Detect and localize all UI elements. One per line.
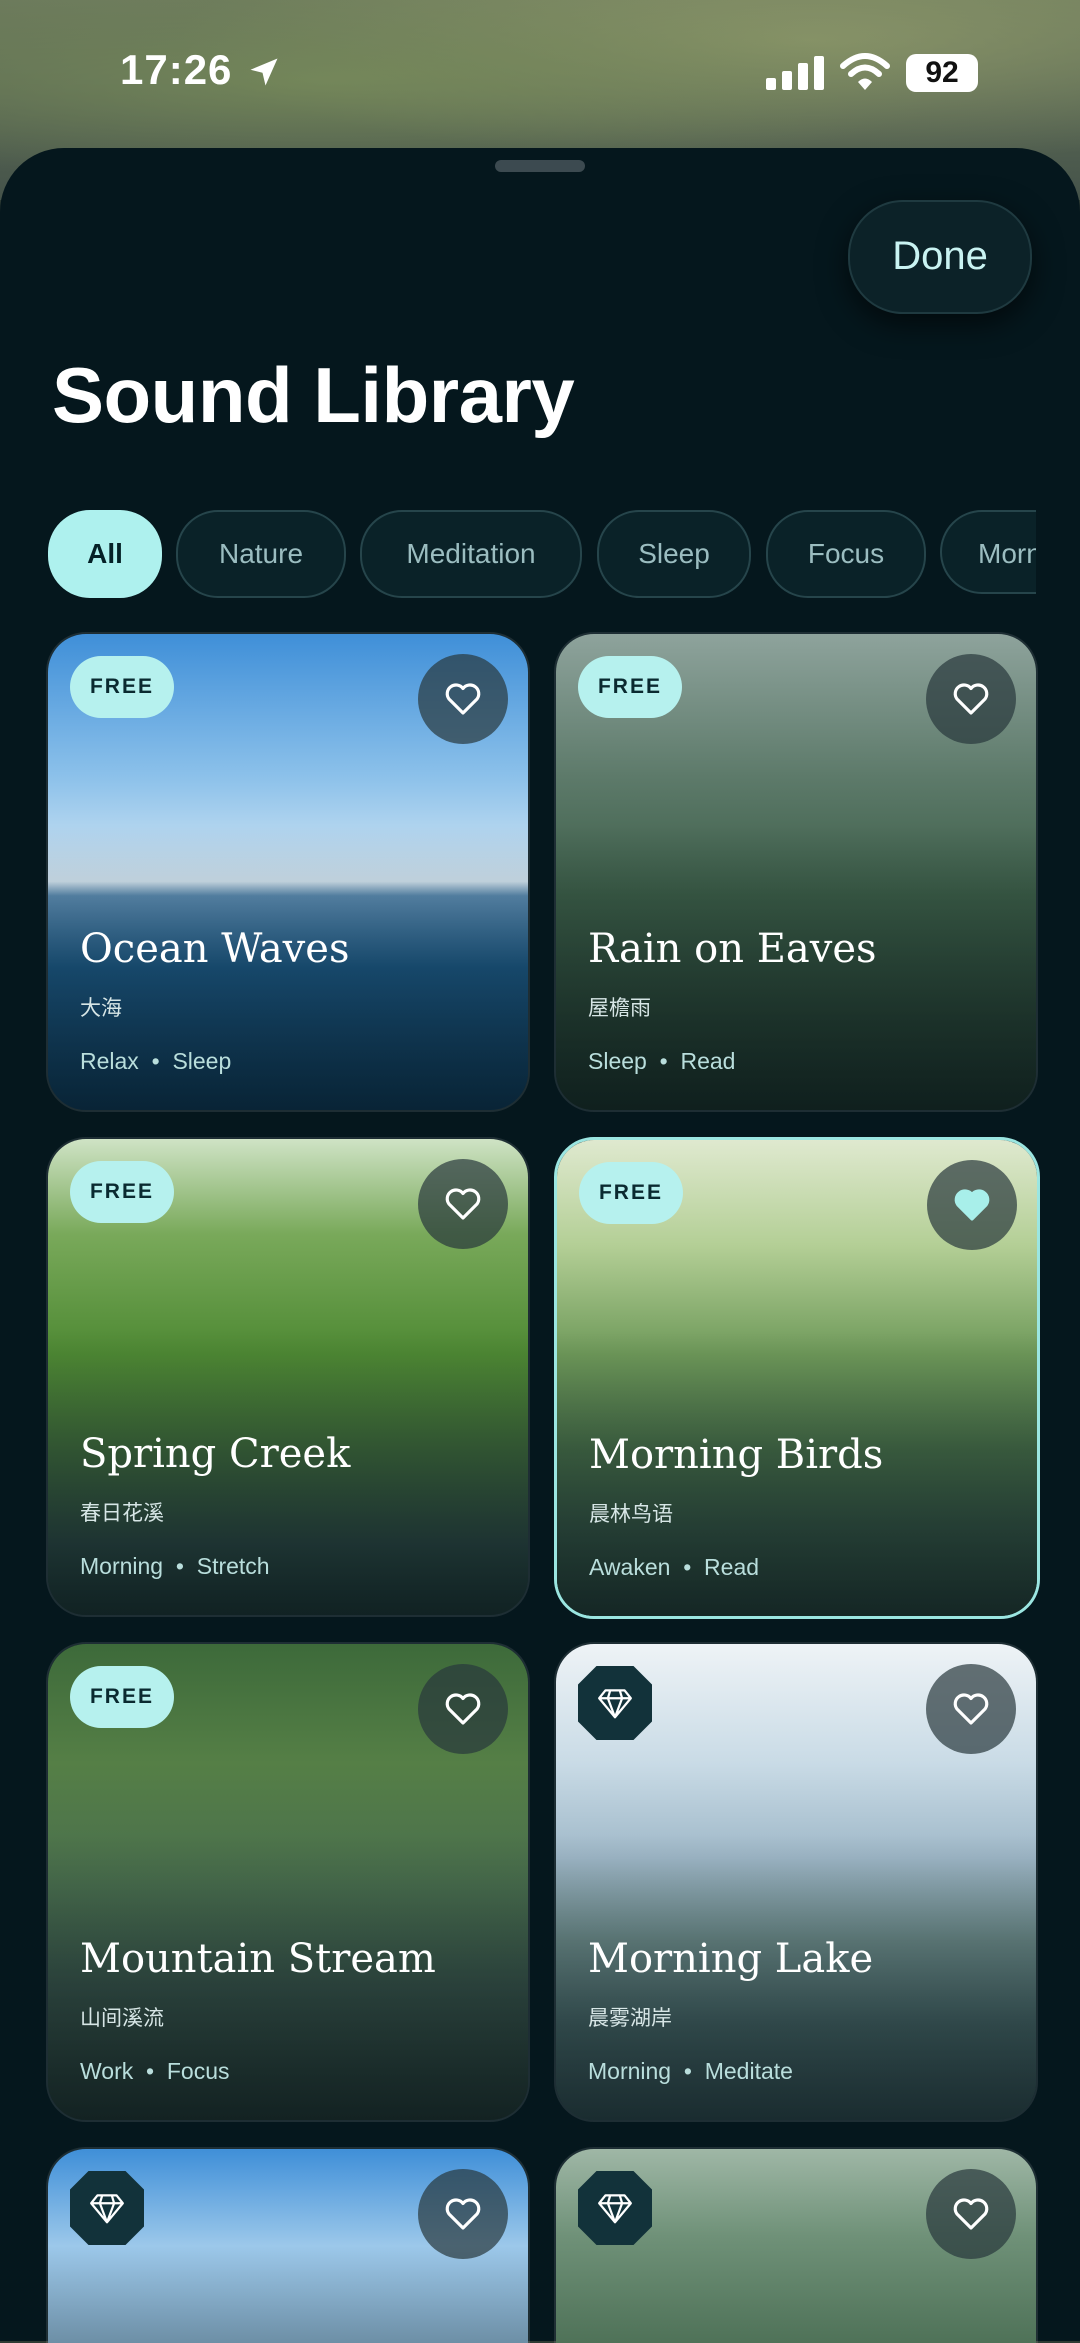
sound-card-morning-lake[interactable]: Morning Lake 晨雾湖岸 Morning • Meditate <box>554 1642 1038 2122</box>
card-title: Mountain Stream <box>80 1936 436 1982</box>
card-tags: Morning • Meditate <box>588 2058 793 2084</box>
filter-chip-nature[interactable]: Nature <box>176 510 346 598</box>
cellular-signal-icon <box>766 56 824 90</box>
location-arrow-icon <box>250 58 278 86</box>
status-time: 17:26 <box>120 46 233 93</box>
card-tags: Relax • Sleep <box>80 1048 232 1074</box>
sound-card-spring-creek[interactable]: FREE Spring Creek 春日花溪 Morning • Stretch <box>46 1137 530 1617</box>
card-tags: Sleep • Read <box>588 1048 736 1074</box>
favorite-button[interactable] <box>418 1664 508 1754</box>
heart-icon <box>445 1188 481 1220</box>
premium-badge <box>578 1666 652 1740</box>
sound-card-partial-left[interactable] <box>46 2147 530 2343</box>
card-tags: Awaken • Read <box>589 1554 760 1580</box>
favorite-button[interactable] <box>418 1159 508 1249</box>
card-subtitle: 屋檐雨 <box>588 997 651 1020</box>
diamond-icon <box>598 2194 632 2224</box>
premium-badge <box>70 2171 144 2245</box>
sound-card-mountain-stream[interactable]: FREE Mountain Stream 山间溪流 Work • Focus <box>46 1642 530 2122</box>
sound-card-rain-on-eaves[interactable]: FREE Rain on Eaves 屋檐雨 Sleep • Read <box>554 632 1038 1112</box>
card-title: Ocean Waves <box>80 926 350 972</box>
filter-chip-morning[interactable]: Morning <box>940 510 1036 594</box>
favorite-button[interactable] <box>418 654 508 744</box>
card-subtitle: 晨雾湖岸 <box>588 2007 672 2030</box>
filter-chip-meditation[interactable]: Meditation <box>360 510 582 598</box>
premium-badge <box>578 2171 652 2245</box>
battery-indicator: 92 <box>906 54 978 92</box>
filter-chips: All Nature Meditation Sleep Focus Mornin… <box>0 510 1036 600</box>
card-title: Rain on Eaves <box>588 926 877 972</box>
free-badge: FREE <box>70 1666 174 1728</box>
card-tags: Work • Focus <box>80 2058 230 2084</box>
sound-card-partial-right[interactable] <box>554 2147 1038 2343</box>
sheet-grabber[interactable] <box>495 160 585 172</box>
favorite-button[interactable] <box>418 2169 508 2259</box>
favorite-button[interactable] <box>926 654 1016 744</box>
heart-icon <box>445 683 481 715</box>
wifi-icon <box>840 53 890 90</box>
favorite-button[interactable] <box>927 1160 1017 1250</box>
card-title: Morning Birds <box>589 1432 884 1478</box>
free-badge: FREE <box>70 1161 174 1223</box>
card-title: Spring Creek <box>80 1431 351 1477</box>
card-subtitle: 晨林鸟语 <box>589 1503 673 1526</box>
page-title: Sound Library <box>52 351 575 439</box>
heart-icon <box>445 2198 481 2230</box>
card-tags: Morning • Stretch <box>80 1553 270 1579</box>
favorite-button[interactable] <box>926 2169 1016 2259</box>
free-badge: FREE <box>70 656 174 718</box>
heart-filled-icon <box>954 1189 990 1221</box>
filter-chip-all[interactable]: All <box>48 510 162 598</box>
free-badge: FREE <box>578 656 682 718</box>
card-subtitle: 大海 <box>80 997 122 1020</box>
heart-icon <box>953 1693 989 1725</box>
sound-card-ocean-waves[interactable]: FREE Ocean Waves 大海 Relax • Sleep <box>46 632 530 1112</box>
status-bar: 17:26 92 <box>0 0 1080 140</box>
filter-chip-focus[interactable]: Focus <box>766 510 926 598</box>
card-subtitle: 山间溪流 <box>80 2007 164 2030</box>
filter-chip-sleep[interactable]: Sleep <box>597 510 751 598</box>
heart-icon <box>445 1693 481 1725</box>
favorite-button[interactable] <box>926 1664 1016 1754</box>
free-badge: FREE <box>579 1162 683 1224</box>
card-title: Morning Lake <box>588 1936 874 1982</box>
done-button[interactable]: Done <box>848 200 1032 314</box>
diamond-icon <box>90 2194 124 2224</box>
diamond-icon <box>598 1689 632 1719</box>
card-subtitle: 春日花溪 <box>80 1502 164 1525</box>
heart-icon <box>953 2198 989 2230</box>
sound-card-morning-birds[interactable]: FREE Morning Birds 晨林鸟语 Awaken • Read <box>554 1137 1040 1619</box>
heart-icon <box>953 683 989 715</box>
